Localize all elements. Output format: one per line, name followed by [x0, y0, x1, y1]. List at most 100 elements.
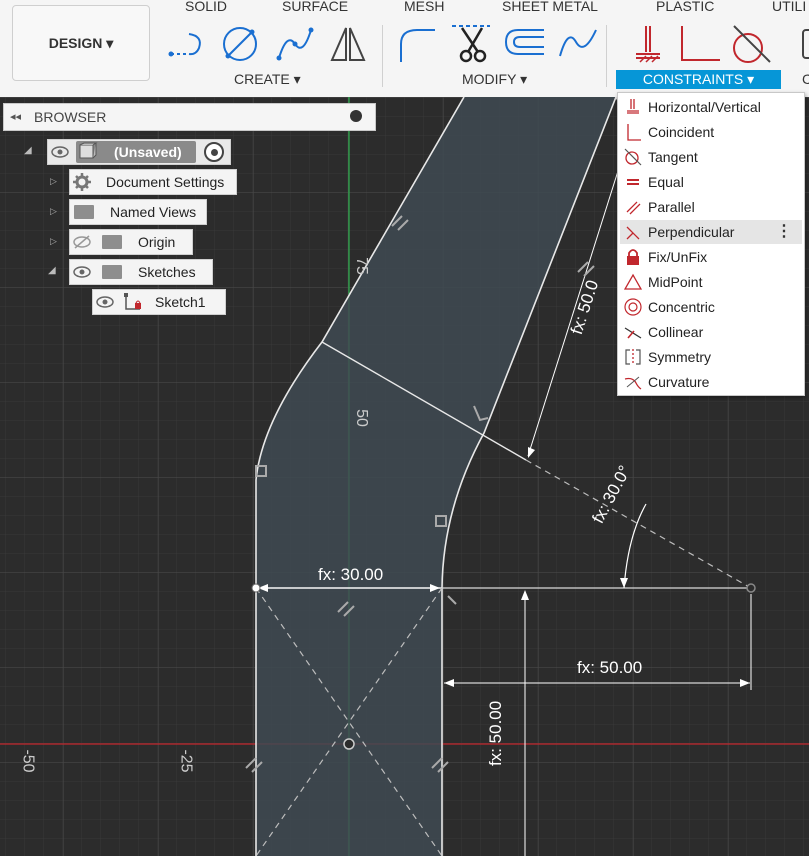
browser-title: BROWSER [34, 109, 107, 125]
collapse-panel-icon[interactable]: ◂◂ [10, 110, 21, 123]
curve-icon[interactable] [556, 22, 600, 66]
menu-item-label: MidPoint [648, 274, 703, 290]
dim-horiz-label[interactable]: fx: 50.00 [577, 658, 642, 678]
menu-item-label: Collinear [648, 324, 704, 340]
design-label: DESIGN ▾ [48, 34, 114, 51]
partial-tool-icon[interactable] [795, 22, 809, 66]
tree-item-label: Origin [138, 234, 176, 250]
menu-item-parallel[interactable]: Parallel [620, 195, 802, 219]
symmetry-icon [620, 346, 646, 368]
tab-plastic[interactable]: PLASTIC [656, 0, 714, 14]
horizontal-vertical-tool-icon[interactable] [630, 22, 674, 66]
tab-surface[interactable]: SURFACE [282, 0, 348, 14]
tree-item-sketches[interactable]: Sketches [69, 259, 213, 285]
activate-radio-icon[interactable] [204, 142, 224, 162]
root-label: (Unsaved) [114, 144, 182, 160]
folder-icon [102, 235, 122, 249]
menu-item-perpendicular[interactable]: Perpendicular ⋮ [620, 220, 802, 244]
parallel-icon [620, 196, 646, 218]
center-rectangle-icon[interactable] [163, 22, 207, 66]
menu-item-label: Parallel [648, 199, 695, 215]
trim-icon[interactable] [450, 22, 494, 66]
tree-item-label: Sketches [138, 264, 196, 280]
equal-icon [620, 171, 646, 193]
menu-item-equal[interactable]: Equal [620, 170, 802, 194]
ruler-label-neg25: -25 [177, 749, 195, 773]
menu-item-collinear[interactable]: Collinear [620, 320, 802, 344]
browser-options-icon[interactable] [350, 110, 362, 122]
visibility-eye-icon[interactable] [70, 260, 94, 284]
menu-item-curvature[interactable]: Curvature [620, 370, 802, 394]
sketch-lock-icon [123, 292, 143, 312]
constraints-dropdown: Horizontal/Vertical Coincident Tangent E… [617, 92, 805, 396]
tree-item-named-views[interactable]: Named Views [69, 199, 207, 225]
menu-item-label: Horizontal/Vertical [648, 99, 761, 115]
constraints-menu-label: CONSTRAINTS ▾ [642, 71, 755, 87]
visibility-eye-icon[interactable] [93, 290, 117, 314]
coincident-icon [620, 121, 646, 143]
lock-icon [620, 246, 646, 268]
browser-header: ◂◂ BROWSER [3, 103, 376, 131]
menu-item-tangent[interactable]: Tangent [620, 145, 802, 169]
folder-icon [102, 265, 122, 279]
tangent-icon [620, 146, 646, 168]
expand-document-settings-icon[interactable]: ▷ [50, 176, 57, 187]
menu-item-label: Fix/UnFix [648, 249, 708, 265]
offset-icon[interactable] [502, 22, 546, 66]
dim-vert-label[interactable]: fx: 50.00 [486, 701, 506, 766]
root-label-box: (Unsaved) [76, 141, 196, 163]
more-options-icon[interactable]: ⋮ [776, 221, 792, 241]
tab-solid[interactable]: SOLID [185, 0, 227, 14]
dim-vert-text: fx: 50.00 [486, 700, 505, 766]
fillet-icon[interactable] [395, 22, 439, 66]
ruler-label-75: 75 [352, 257, 370, 275]
modify-menu[interactable]: MODIFY ▾ [462, 71, 527, 88]
tab-mesh[interactable]: MESH [404, 0, 444, 14]
tree-item-label: Named Views [110, 204, 197, 220]
create-menu[interactable]: CREATE ▾ [234, 71, 301, 88]
coincident-tool-icon[interactable] [676, 22, 720, 66]
dim-width-label[interactable]: fx: 30.00 [318, 565, 383, 585]
folder-icon [74, 205, 94, 219]
expand-named-views-icon[interactable]: ▷ [50, 206, 57, 217]
ruler-label-neg50: -50 [19, 749, 37, 773]
ruler-label-50: 50 [352, 409, 370, 427]
tangent-tool-icon[interactable] [728, 22, 772, 66]
menu-item-coincident[interactable]: Coincident [620, 120, 802, 144]
expand-sketches-icon[interactable]: ◢ [48, 265, 56, 276]
menu-item-label: Symmetry [648, 349, 711, 365]
next-group-menu[interactable]: C [802, 71, 809, 87]
tree-item-sketch1[interactable]: Sketch1 [92, 289, 226, 315]
visibility-eye-icon[interactable] [48, 140, 72, 164]
menu-item-label: Equal [648, 174, 684, 190]
tree-item-label: Sketch1 [155, 294, 206, 310]
gear-icon [70, 170, 94, 194]
midpoint-icon [620, 271, 646, 293]
mirror-icon[interactable] [326, 22, 370, 66]
menu-item-fix-unfix[interactable]: Fix/UnFix [620, 245, 802, 269]
tab-sheet-metal[interactable]: SHEET METAL [502, 0, 598, 14]
menu-item-concentric[interactable]: Concentric [620, 295, 802, 319]
tree-item-document-settings[interactable]: Document Settings [69, 169, 237, 195]
menu-item-label: Perpendicular [648, 224, 735, 240]
component-icon [79, 142, 98, 159]
toolbar-separator [382, 25, 383, 87]
horizontal-vertical-icon [620, 96, 646, 118]
menu-item-label: Tangent [648, 149, 698, 165]
tree-item-origin[interactable]: Origin [69, 229, 193, 255]
menu-item-label: Concentric [648, 299, 715, 315]
menu-item-horizontal-vertical[interactable]: Horizontal/Vertical [620, 95, 802, 119]
tree-root[interactable]: (Unsaved) [47, 139, 231, 165]
hidden-eye-icon[interactable] [70, 230, 94, 254]
constraints-menu[interactable]: CONSTRAINTS ▾ [616, 70, 781, 89]
design-workspace-button[interactable]: DESIGN ▾ [12, 5, 150, 81]
concentric-icon [620, 296, 646, 318]
spline-icon[interactable] [273, 22, 317, 66]
circle-diameter-icon[interactable] [218, 22, 262, 66]
menu-item-midpoint[interactable]: MidPoint [620, 270, 802, 294]
menu-item-symmetry[interactable]: Symmetry [620, 345, 802, 369]
expand-root-icon[interactable]: ◢ [24, 145, 32, 156]
expand-origin-icon[interactable]: ▷ [50, 236, 57, 247]
toolbar-separator [606, 25, 607, 87]
tab-utilities[interactable]: UTILI [772, 0, 806, 14]
